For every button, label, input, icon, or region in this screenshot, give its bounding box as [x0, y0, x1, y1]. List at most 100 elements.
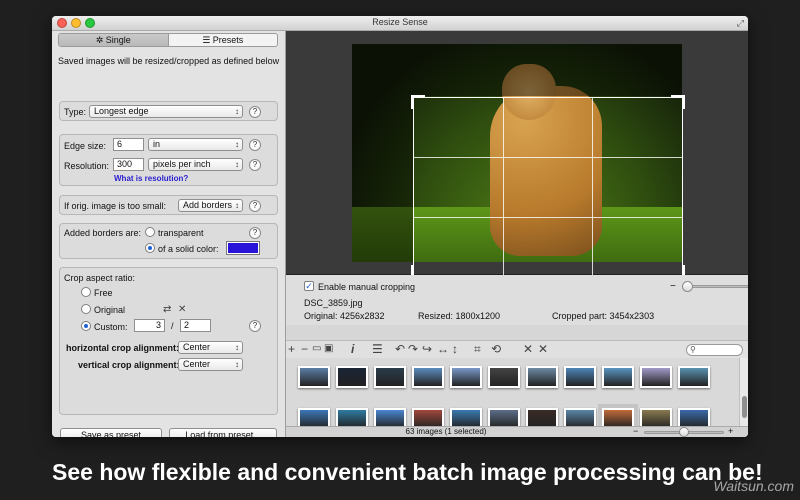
- rotate-right-icon[interactable]: ↷: [408, 342, 418, 356]
- too-small-help-button[interactable]: ?: [249, 200, 261, 212]
- thumbnail-scrollbar[interactable]: [739, 358, 748, 435]
- crop-rectangle[interactable]: [411, 95, 685, 279]
- borders-help-button[interactable]: ?: [249, 227, 261, 239]
- ratio-free-label: Free: [94, 288, 113, 298]
- thumbnail-grid: [286, 358, 748, 435]
- rotate-left-icon[interactable]: ↶: [395, 342, 405, 356]
- load-preset-button[interactable]: Load from preset...: [169, 428, 277, 437]
- image-panel: ✓ Enable manual cropping − + ? DSC_3859.…: [286, 31, 748, 437]
- resolution-help-button[interactable]: ?: [249, 159, 261, 171]
- thumb-size-smaller-icon[interactable]: −: [633, 426, 638, 436]
- crop-grid-line: [503, 98, 505, 276]
- crop-ratio-label: Crop aspect ratio:: [64, 273, 136, 283]
- settings-panel: ✲ Single ☰ Presets Saved images will be …: [52, 31, 286, 437]
- manual-crop-checkbox[interactable]: ✓: [304, 281, 314, 291]
- crop-grid-line: [414, 216, 682, 218]
- resolution-label: Resolution:: [64, 161, 110, 171]
- flip-horizontal-icon[interactable]: ↔: [437, 342, 449, 356]
- fullscreen-icon[interactable]: ⤢: [737, 18, 744, 29]
- border-color-fill: [228, 243, 258, 253]
- thumbnail-item[interactable]: [374, 366, 406, 388]
- border-solid-radio[interactable]: [145, 243, 155, 253]
- ratio-custom-radio[interactable]: [81, 321, 91, 331]
- title-bar: Resize Sense ⤢: [52, 16, 748, 31]
- ratio-original-label: Original: [94, 305, 126, 315]
- status-bar: 63 images (1 selected) − +: [286, 426, 748, 437]
- thumb-size-larger-icon[interactable]: +: [728, 426, 733, 436]
- gear-icon: ✲: [95, 35, 106, 45]
- list-icon: ☰: [202, 35, 213, 45]
- thumbnail-item[interactable]: [336, 366, 368, 388]
- ratio-height-input[interactable]: 2: [180, 319, 211, 332]
- remove-images-icon[interactable]: −: [301, 342, 308, 356]
- list-view-icon[interactable]: ☰: [372, 342, 383, 356]
- swap-ratio-icon[interactable]: ⇄: [163, 304, 171, 315]
- image-count: 63 images (1 selected): [405, 427, 487, 436]
- file-name: DSC_3859.jpg: [304, 298, 363, 308]
- edge-size-help-button[interactable]: ?: [249, 139, 261, 151]
- ratio-width-input[interactable]: 3: [134, 319, 165, 332]
- original-size: Original: 4256x2832: [304, 311, 385, 321]
- mode-tabs: ✲ Single ☰ Presets: [58, 33, 278, 47]
- crop-handle-top-right[interactable]: [671, 95, 685, 109]
- description-text: Saved images will be resized/cropped as …: [58, 56, 280, 66]
- tab-single[interactable]: ✲ Single: [59, 34, 169, 46]
- type-label: Type:: [64, 107, 87, 117]
- reset-crop-icon[interactable]: ⟲: [491, 342, 501, 356]
- ratio-original-radio[interactable]: [81, 304, 91, 314]
- thumbnail-toolbar: + − ▭ ▣ i ☰ ↶ ↷ ↪ ↔ ↕ ⌗ ⟲ ✕ ✕ ⚲: [286, 340, 748, 358]
- thumbnail-item[interactable]: [412, 366, 444, 388]
- search-input[interactable]: ⚲: [686, 344, 743, 356]
- ratio-separator: /: [171, 321, 174, 331]
- thumbnail-item[interactable]: [564, 366, 596, 388]
- thumbnail-scrollbar-thumb[interactable]: [742, 396, 747, 418]
- border-transparent-radio[interactable]: [145, 227, 155, 237]
- type-select[interactable]: Longest edge: [89, 105, 243, 118]
- thumbnail-item[interactable]: [602, 366, 634, 388]
- type-help-button[interactable]: ?: [249, 106, 261, 118]
- edge-size-label: Edge size:: [64, 141, 107, 151]
- clear-ratio-icon[interactable]: ✕: [178, 304, 186, 315]
- promo-tagline: See how flexible and convenient batch im…: [52, 459, 763, 485]
- crop-all-icon[interactable]: ⌗: [474, 342, 481, 356]
- flip-vertical-icon[interactable]: ↕: [452, 342, 458, 356]
- ratio-free-radio[interactable]: [81, 287, 91, 297]
- thumbnail-item[interactable]: [678, 366, 710, 388]
- crop-help-button[interactable]: ?: [249, 320, 261, 332]
- cropped-size: Cropped part: 3454x2303: [552, 311, 655, 321]
- watermark-text: Waitsun.com: [713, 478, 794, 494]
- resolution-unit-select[interactable]: pixels per inch: [148, 158, 243, 171]
- thumbnail-item[interactable]: [526, 366, 558, 388]
- redo-icon[interactable]: ↪: [422, 342, 432, 356]
- thumbnail-item[interactable]: [640, 366, 672, 388]
- thumb-size-knob[interactable]: [679, 427, 689, 437]
- deselect-icon[interactable]: ✕: [523, 342, 533, 356]
- crop-group: [59, 267, 278, 415]
- edge-size-input[interactable]: 6: [113, 138, 144, 151]
- image-info: ✓ Enable manual cropping − + ? DSC_3859.…: [286, 275, 748, 325]
- borders-label: Added borders are:: [64, 228, 142, 238]
- save-preset-button[interactable]: Save as preset: [60, 428, 162, 437]
- crop-handle-top-left[interactable]: [411, 95, 425, 109]
- tab-presets[interactable]: ☰ Presets: [169, 34, 278, 46]
- thumbnail-item[interactable]: [450, 366, 482, 388]
- edge-size-unit-select[interactable]: in: [148, 138, 243, 151]
- thumbnail-item[interactable]: [298, 366, 330, 388]
- too-small-select[interactable]: Add borders: [178, 199, 243, 212]
- info-icon[interactable]: i: [351, 342, 354, 356]
- zoom-out-icon[interactable]: −: [670, 281, 676, 292]
- resolution-input[interactable]: 300: [113, 158, 144, 171]
- resolution-info-link[interactable]: What is resolution?: [114, 174, 188, 183]
- window-title: Resize Sense: [372, 17, 428, 27]
- h-align-label: horizontal crop alignment:: [66, 343, 180, 353]
- thumbnail-item[interactable]: [488, 366, 520, 388]
- deselect-all-icon[interactable]: ✕: [538, 342, 548, 356]
- save-images-icon[interactable]: ▣: [324, 342, 333, 356]
- zoom-slider-knob[interactable]: [681, 281, 693, 292]
- resized-size: Resized: 1800x1200: [418, 311, 501, 321]
- v-align-select[interactable]: Center: [178, 358, 243, 371]
- add-images-icon[interactable]: +: [288, 342, 295, 356]
- clear-list-icon[interactable]: ▭: [312, 342, 321, 356]
- h-align-select[interactable]: Center: [178, 341, 243, 354]
- border-color-well[interactable]: [226, 241, 260, 255]
